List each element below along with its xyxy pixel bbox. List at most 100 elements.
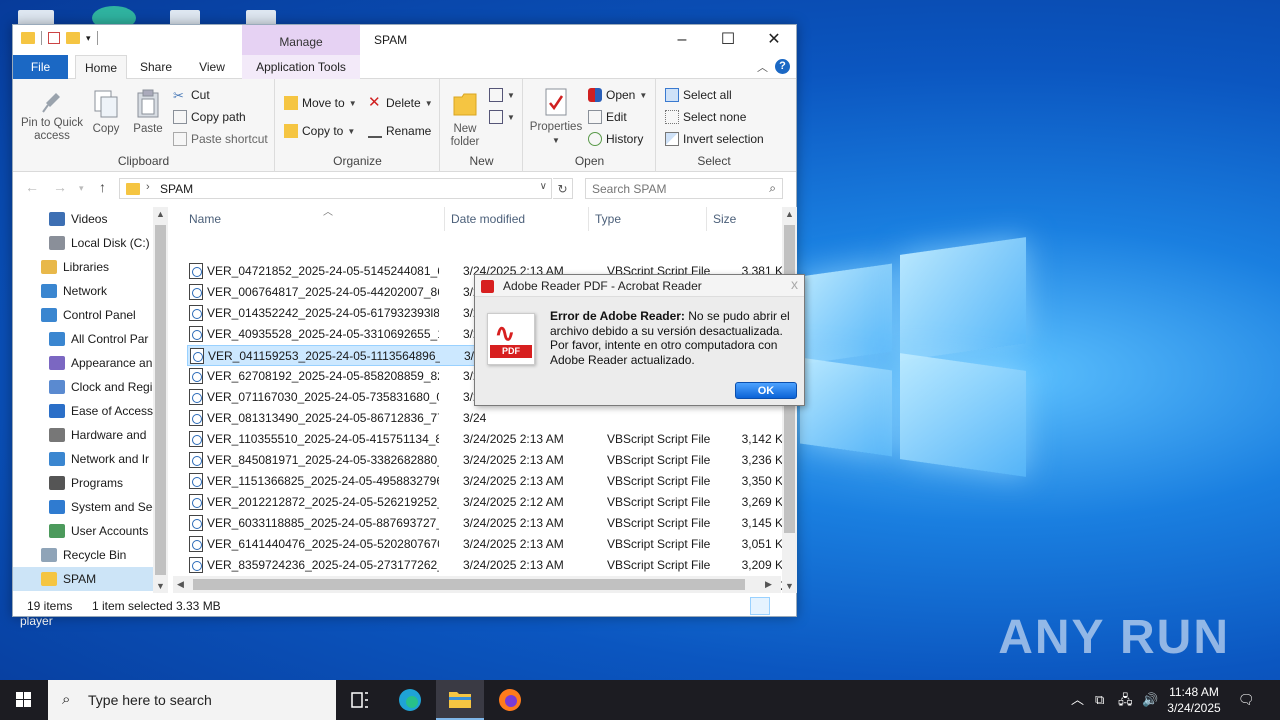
copy-button[interactable]: Copy <box>89 89 123 136</box>
firefox-button[interactable] <box>486 680 534 720</box>
pin-to-quick-access-button[interactable]: Pin to Quick access <box>19 89 85 143</box>
nav-item[interactable]: Network <box>13 279 153 303</box>
file-row[interactable]: VER_6141440476_2025-24-05-5202807670... 3… <box>187 534 791 555</box>
easy-access-button[interactable]: ▼ <box>489 107 515 127</box>
paste-shortcut-button[interactable]: Paste shortcut <box>173 129 268 149</box>
nav-scrollbar-thumb[interactable] <box>155 225 166 575</box>
chevron-right-icon[interactable]: › <box>146 181 150 193</box>
open-button[interactable]: Open ▼ <box>588 85 647 105</box>
forward-arrow-icon[interactable]: → <box>53 179 67 195</box>
nav-scrollbar[interactable]: ▲ ▼ <box>153 207 168 593</box>
tab-home[interactable]: Home <box>75 55 127 80</box>
nav-item[interactable]: Hardware and <box>13 423 153 447</box>
help-icon[interactable]: ? <box>775 59 790 74</box>
search-box[interactable]: ⌕ <box>585 178 783 199</box>
nav-item[interactable]: System and Sec <box>13 495 153 519</box>
nav-item[interactable]: All Control Par <box>13 327 153 351</box>
nav-item[interactable]: User Accounts <box>13 519 153 543</box>
copy-to-button[interactable]: Copy to ▼ <box>284 121 355 141</box>
large-icons-view-icon[interactable] <box>772 597 792 615</box>
column-header-type[interactable]: Type <box>589 207 707 231</box>
meet-now-icon[interactable]: ⧉ <box>1095 680 1104 720</box>
select-none-button[interactable]: Select none <box>665 107 746 127</box>
paste-button[interactable]: Paste <box>131 89 165 136</box>
file-row[interactable]: VER_845081971_2025-24-05-3382682880_... 3… <box>187 450 791 471</box>
new-item-button[interactable]: ▼ <box>489 85 515 105</box>
nav-item[interactable]: Control Panel <box>13 303 153 327</box>
up-arrow-icon[interactable]: ↑ <box>99 179 106 195</box>
ok-button[interactable]: OK <box>735 382 797 399</box>
nav-item[interactable]: Libraries <box>13 255 153 279</box>
nav-item[interactable]: SPAM <box>13 567 155 591</box>
nav-item[interactable]: Programs <box>13 471 153 495</box>
search-input[interactable] <box>586 179 756 198</box>
refresh-icon[interactable]: ↻ <box>553 178 573 199</box>
column-header-size[interactable]: Size <box>707 207 781 231</box>
edge-button[interactable] <box>386 680 434 720</box>
scroll-left-icon[interactable]: ◀ <box>177 579 184 590</box>
back-arrow-icon[interactable]: ← <box>25 179 39 195</box>
scroll-up-icon[interactable]: ▲ <box>156 209 165 219</box>
chevron-down-icon[interactable]: ∨ <box>540 181 547 192</box>
new-folder-icon[interactable] <box>66 32 80 44</box>
scroll-right-icon[interactable]: ▶ <box>765 579 772 590</box>
file-row[interactable]: VER_8359724236_2025-24-05-273177262_... 3… <box>187 555 791 576</box>
scroll-up-icon[interactable]: ▲ <box>785 209 794 219</box>
tab-manage[interactable]: Manage <box>242 25 360 55</box>
move-to-button[interactable]: Move to ▼ <box>284 93 357 113</box>
new-folder-button[interactable]: New folder <box>445 89 485 149</box>
clock[interactable]: 11:48 AM 3/24/2025 <box>1158 684 1230 716</box>
maximize-button[interactable]: ☐ <box>705 25 751 55</box>
file-row[interactable]: VER_081313490_2025-24-05-86712836_77... 3… <box>187 408 781 429</box>
nav-item[interactable]: Local Disk (C:) <box>13 231 153 255</box>
taskbar-search-box[interactable]: ⌕ Type here to search <box>48 680 336 720</box>
details-view-icon[interactable] <box>750 597 770 615</box>
recent-locations-icon[interactable]: ▾ <box>79 183 84 194</box>
scroll-down-icon[interactable]: ▼ <box>156 581 165 591</box>
task-view-button[interactable] <box>336 680 384 720</box>
start-button[interactable] <box>0 680 48 720</box>
nav-item[interactable]: Videos <box>13 207 153 231</box>
rename-button[interactable]: Rename <box>368 121 431 141</box>
tab-share[interactable]: Share <box>135 55 177 79</box>
nav-item[interactable]: Ease of Access <box>13 399 153 423</box>
taskbar-search-placeholder[interactable]: Type here to search <box>88 692 212 708</box>
search-icon[interactable]: ⌕ <box>769 181 776 196</box>
tab-view[interactable]: View <box>191 55 233 79</box>
network-icon[interactable]: 🖧 <box>1118 680 1133 720</box>
column-header-date[interactable]: Date modified <box>445 207 589 231</box>
horizontal-scrollbar[interactable]: ◀ ▶ <box>173 576 781 593</box>
delete-button[interactable]: ✕ Delete ▼ <box>368 93 433 113</box>
horizontal-scrollbar-thumb[interactable] <box>193 579 745 590</box>
file-row[interactable]: VER_110355510_2025-24-05-415751134_8... 3… <box>187 429 791 450</box>
copy-path-button[interactable]: Copy path <box>173 107 246 127</box>
minimize-button[interactable]: – <box>659 25 705 55</box>
file-row[interactable]: VER_1151366825_2025-24-05-4958832796... 3… <box>187 471 791 492</box>
nav-item[interactable]: Appearance an <box>13 351 153 375</box>
customize-qat-icon[interactable]: ▾ <box>86 33 91 44</box>
volume-icon[interactable]: 🔊 <box>1142 680 1158 720</box>
invert-selection-button[interactable]: Invert selection <box>665 129 764 149</box>
notifications-icon[interactable]: 🗨 <box>1238 680 1255 720</box>
nav-item[interactable]: Clock and Regi <box>13 375 153 399</box>
close-button[interactable]: ✕ <box>751 25 797 55</box>
dialog-close-icon[interactable]: x <box>791 276 798 292</box>
file-row[interactable]: VER_6033118885_2025-24-05-887693727_... 3… <box>187 513 791 534</box>
tab-application-tools[interactable]: Application Tools <box>242 55 360 79</box>
column-header-name[interactable]: ︿ Name <box>183 207 445 231</box>
edit-button[interactable]: Edit <box>588 107 627 127</box>
tab-file[interactable]: File <box>13 55 68 79</box>
history-button[interactable]: History <box>588 129 643 149</box>
scroll-down-icon[interactable]: ▼ <box>785 581 794 591</box>
nav-item[interactable]: Recycle Bin <box>13 543 153 567</box>
address-box[interactable]: › SPAM ∨ <box>119 178 552 199</box>
select-all-button[interactable]: Select all <box>665 85 732 105</box>
nav-item[interactable]: Network and Ir <box>13 447 153 471</box>
properties-button[interactable]: Properties ▼ <box>528 87 584 147</box>
address-path[interactable]: SPAM <box>160 182 193 196</box>
cut-button[interactable]: ✂ Cut <box>173 85 210 105</box>
show-hidden-icons[interactable]: ︿ <box>1071 680 1084 720</box>
file-row[interactable]: VER_2012212872_2025-24-05-526219252_... 3… <box>187 492 791 513</box>
file-explorer-button[interactable] <box>436 680 484 720</box>
properties-icon[interactable] <box>48 32 60 44</box>
